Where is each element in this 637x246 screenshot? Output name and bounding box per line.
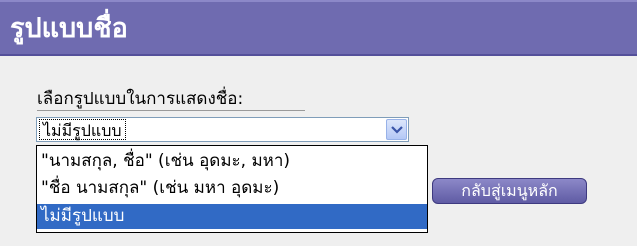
chevron-down-icon bbox=[391, 126, 403, 134]
select-dropdown-list: "นามสกุล, ชื่อ" (เช่น อุดมะ, มหา) "ชื่อ … bbox=[36, 145, 428, 233]
dropdown-arrow-button[interactable] bbox=[386, 119, 407, 140]
option-no-format[interactable]: ไม่มีรูปแบบ bbox=[37, 204, 427, 229]
label-underline bbox=[37, 110, 305, 111]
section-title: รูปแบบชื่อ bbox=[10, 13, 128, 44]
name-format-select[interactable]: ไม่มีรูปแบบ bbox=[36, 117, 409, 142]
back-to-main-menu-button[interactable]: กลับสู่เมนูหลัก bbox=[432, 178, 587, 204]
section-header: รูปแบบชื่อ bbox=[0, 0, 637, 56]
name-format-label: เลือกรูปแบบในการแสดงชื่อ: bbox=[37, 89, 244, 109]
select-current-value: ไม่มีรูปแบบ bbox=[39, 119, 126, 140]
option-lastname-firstname[interactable]: "นามสกุล, ชื่อ" (เช่น อุดมะ, มหา) bbox=[37, 149, 427, 174]
option-firstname-lastname[interactable]: "ชื่อ นามสกุล" (เช่น มหา อุดมะ) bbox=[37, 176, 427, 201]
